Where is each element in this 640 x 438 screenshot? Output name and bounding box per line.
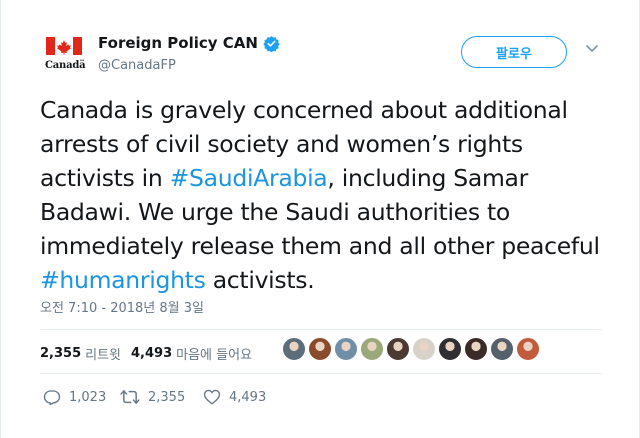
divider xyxy=(40,373,602,374)
liker-avatar[interactable] xyxy=(438,337,462,361)
retweet-stat-label: 리트윗 xyxy=(85,348,122,363)
retweet-icon xyxy=(120,390,140,404)
hashtag-link-saudiarabia[interactable]: #SaudiArabia xyxy=(170,164,328,192)
like-stat[interactable]: 4,493 마음에 들어요 xyxy=(131,344,252,363)
tweet-actions: 1,023 2,355 4,493 xyxy=(43,388,266,406)
canada-flag-icon xyxy=(46,37,82,55)
liker-avatar[interactable] xyxy=(516,337,540,361)
divider xyxy=(40,329,602,330)
reply-icon xyxy=(43,390,61,406)
canada-wordmark: Canadä xyxy=(45,60,86,71)
tweet-card: Canadä Foreign Policy CAN @CanadaFP 팔로우 … xyxy=(0,0,640,438)
liker-avatar[interactable] xyxy=(490,337,514,361)
verified-badge-icon xyxy=(263,35,280,52)
liker-avatar[interactable] xyxy=(412,337,436,361)
like-button[interactable]: 4,493 xyxy=(203,388,266,406)
tweet-timestamp[interactable]: 오전 7:10 - 2018년 8월 3일 xyxy=(40,297,204,316)
retweet-count: 2,355 xyxy=(148,389,186,405)
follow-button[interactable]: 팔로우 xyxy=(461,36,567,68)
reply-button[interactable]: 1,023 xyxy=(43,388,120,406)
retweet-stat-count: 2,355 xyxy=(40,346,82,361)
liker-avatar[interactable] xyxy=(464,337,488,361)
like-count: 4,493 xyxy=(229,389,267,405)
author-name-row[interactable]: Foreign Policy CAN xyxy=(98,34,280,52)
tweet-stats: 2,355 리트윗 4,493 마음에 들어요 xyxy=(40,344,262,363)
like-stat-count: 4,493 xyxy=(131,346,173,361)
heart-icon xyxy=(203,389,221,405)
retweet-stat[interactable]: 2,355 리트윗 xyxy=(40,344,121,363)
liker-avatars xyxy=(282,337,542,361)
reply-count: 1,023 xyxy=(69,389,107,405)
liker-avatar[interactable] xyxy=(282,337,306,361)
author-handle[interactable]: @CanadaFP xyxy=(98,58,176,73)
tweet-text-segment: activists. xyxy=(205,266,315,294)
chevron-down-icon[interactable] xyxy=(585,44,599,54)
liker-avatar[interactable] xyxy=(386,337,410,361)
liker-avatar[interactable] xyxy=(308,337,332,361)
hashtag-link-humanrights[interactable]: #humanrights xyxy=(40,266,206,294)
liker-avatar[interactable] xyxy=(360,337,384,361)
like-stat-label: 마음에 들어요 xyxy=(176,348,253,363)
liker-avatar[interactable] xyxy=(334,337,358,361)
author-display-name[interactable]: Foreign Policy CAN xyxy=(98,34,258,52)
tweet-text: Canada is gravely concerned about additi… xyxy=(40,93,615,297)
retweet-button[interactable]: 2,355 xyxy=(120,388,203,406)
